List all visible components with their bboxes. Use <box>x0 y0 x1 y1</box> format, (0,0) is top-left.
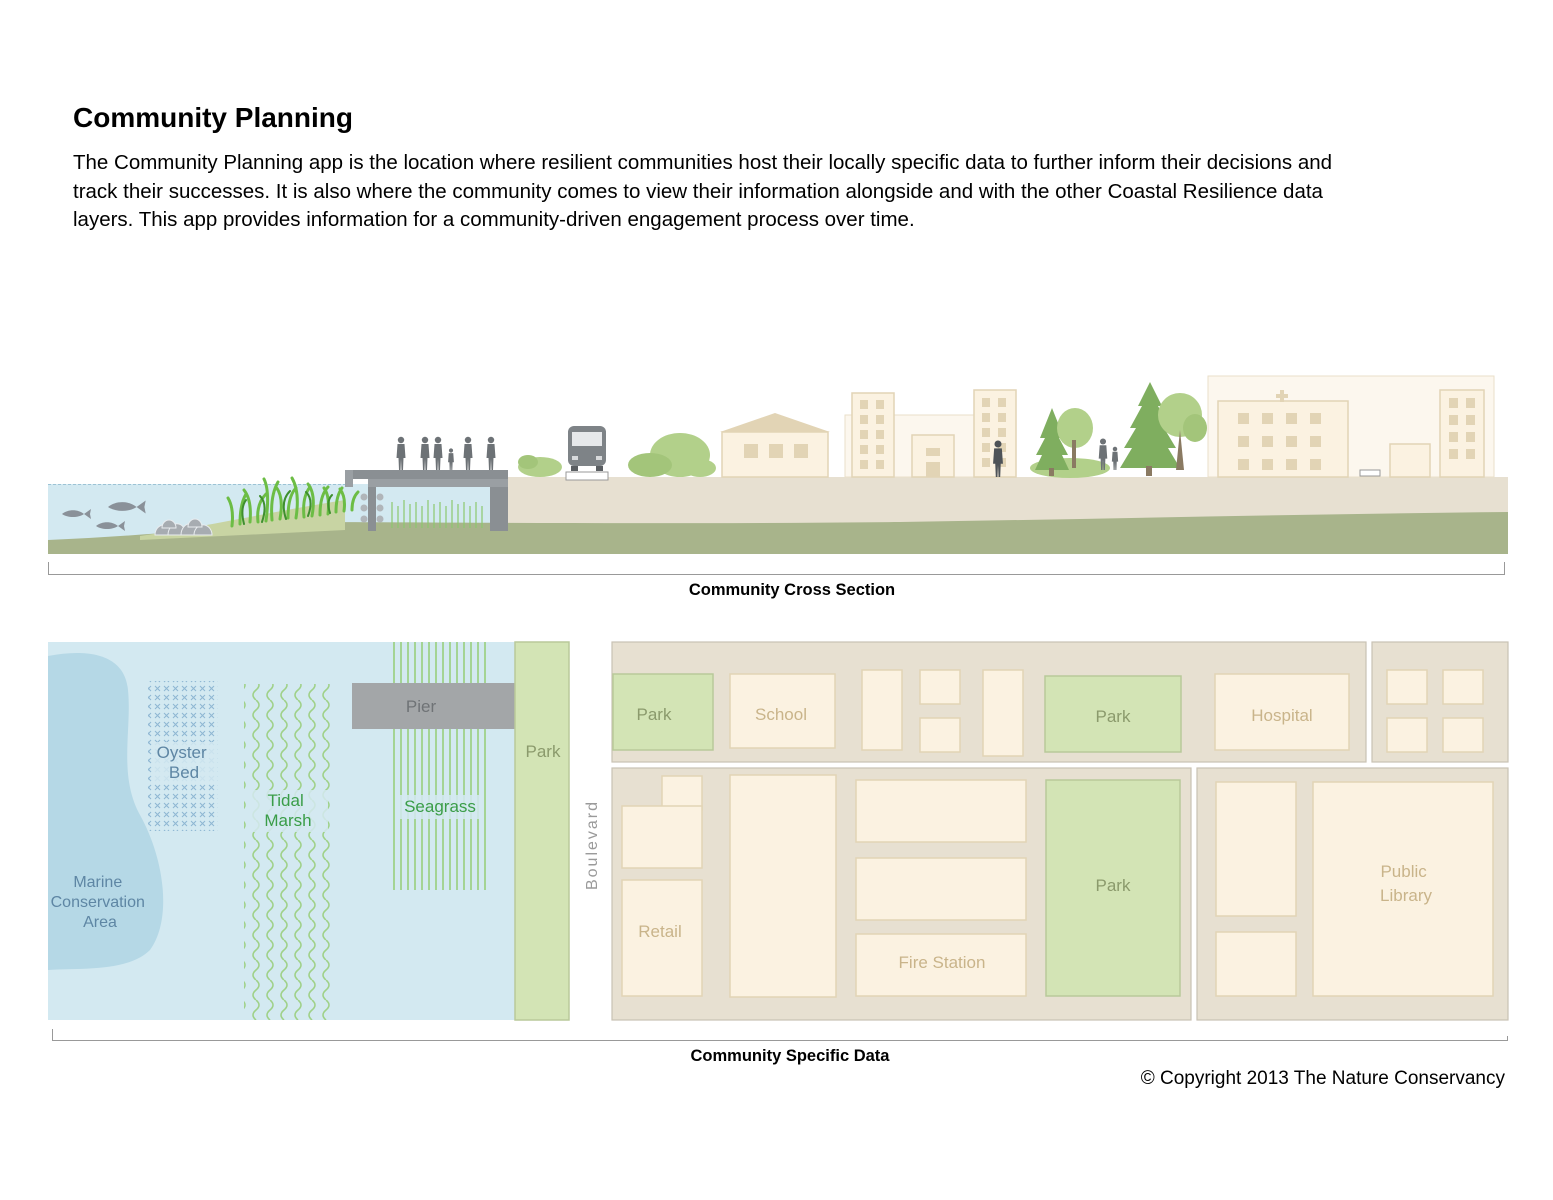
park-1-label: Park <box>637 705 672 724</box>
copyright-notice: © Copyright 2013 The Nature Conservancy <box>1140 1068 1505 1089</box>
page-description: The Community Planning app is the locati… <box>73 151 1333 231</box>
school-label: School <box>755 705 807 724</box>
tidal-marsh-label: Tidal Marsh <box>264 791 311 830</box>
park-strip-label: Park <box>526 742 561 761</box>
page-title: Community Planning <box>73 102 353 133</box>
park-strip <box>514 641 570 1021</box>
boulevard-label: Boulevard <box>584 800 601 890</box>
person-icon <box>396 436 496 470</box>
retail-label: Retail <box>638 922 681 941</box>
map-bracket <box>52 1029 1508 1041</box>
hospital-icon <box>1207 375 1495 478</box>
bus-icon <box>565 426 609 481</box>
cross-section-bracket <box>48 562 1505 575</box>
house-icon <box>720 413 830 478</box>
park-3-label: Park <box>1096 876 1131 895</box>
tidal-marsh <box>244 684 334 1020</box>
office-building-icon <box>844 389 1017 478</box>
fire-station-label: Fire Station <box>899 953 986 972</box>
community-cross-section <box>48 375 1508 575</box>
hospital-label: Hospital <box>1251 706 1312 725</box>
seagrass-area <box>388 642 488 890</box>
cross-section-caption: Community Cross Section <box>688 581 896 599</box>
pier-label: Pier <box>406 697 437 716</box>
tree-icon <box>1035 382 1207 476</box>
community-specific-data-map: Marine Conservation Area Oyster Bed Tida… <box>48 641 1509 1041</box>
map-caption: Community Specific Data <box>690 1047 890 1065</box>
seagrass-label: Seagrass <box>404 797 476 816</box>
park-2-label: Park <box>1096 707 1131 726</box>
